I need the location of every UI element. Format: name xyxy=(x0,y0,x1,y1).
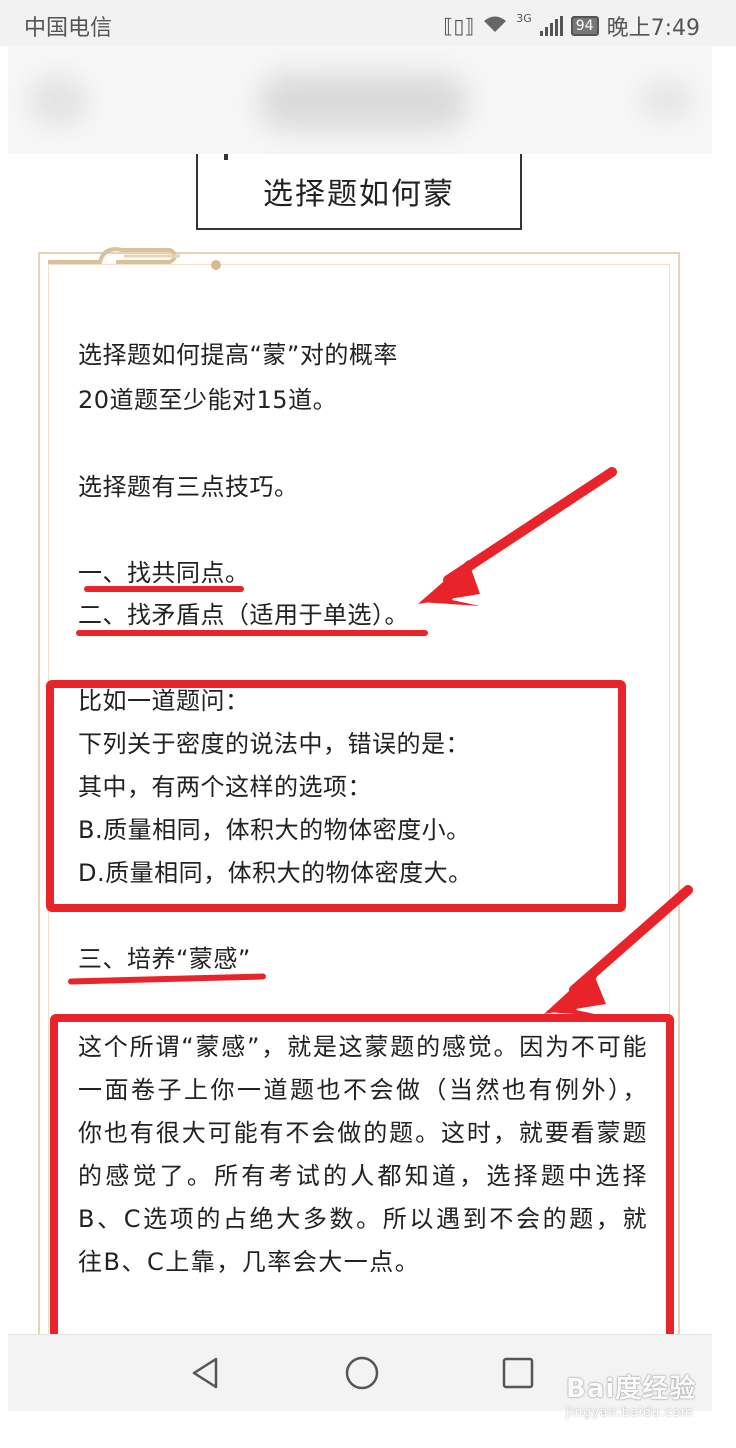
blurred-menu-button xyxy=(638,80,694,120)
article-title-box: 选择题如何蒙 xyxy=(196,154,522,230)
watermark-logo: Bai度经验 xyxy=(566,1374,697,1404)
underline-tip-2 xyxy=(76,630,428,636)
blurred-header xyxy=(8,46,712,154)
intro-line-1: 选择题如何提高“蒙”对的概率 xyxy=(78,341,398,369)
watermark-url: jingyan.baidu.com xyxy=(566,1405,694,1419)
blurred-header-title xyxy=(258,74,468,130)
tip-3: 三、培养“蒙感” xyxy=(78,945,251,973)
highlight-box-example xyxy=(46,680,626,912)
battery-icon: 94 xyxy=(570,16,599,36)
signal-icon xyxy=(539,16,563,36)
frame-ornament-icon xyxy=(48,247,221,270)
triangle-back-icon[interactable] xyxy=(186,1353,226,1393)
status-indicators: ⟦▯⟧ 3G 94 晚上7:49 xyxy=(443,10,700,42)
status-bar: 中国电信 ⟦▯⟧ 3G 94 晚上7:49 xyxy=(0,0,736,46)
blurred-back-button xyxy=(28,76,88,126)
tips-heading: 选择题有三点技巧。 xyxy=(78,473,299,501)
circle-home-icon[interactable] xyxy=(342,1353,382,1393)
highlight-box-paragraph xyxy=(50,1014,674,1358)
underline-tip-1 xyxy=(84,586,244,592)
carrier-name: 中国电信 xyxy=(24,16,113,41)
baidu-jingyan-watermark: Bai度经验 jingyan.baidu.com xyxy=(566,1368,716,1428)
vibrate-icon: ⟦▯⟧ xyxy=(443,14,475,38)
clock: 晚上7:49 xyxy=(606,16,700,41)
network-type: 3G xyxy=(516,11,532,25)
title-box-tick xyxy=(224,154,228,160)
article-title: 选择题如何蒙 xyxy=(263,177,455,212)
tip-2: 二、找矛盾点（适用于单选）。 xyxy=(78,601,409,629)
tip-1: 一、找共同点。 xyxy=(78,559,250,587)
wifi-icon xyxy=(482,14,508,39)
intro-line-2: 20道题至少能对15道。 xyxy=(78,386,338,414)
square-recent-icon[interactable] xyxy=(498,1353,538,1393)
